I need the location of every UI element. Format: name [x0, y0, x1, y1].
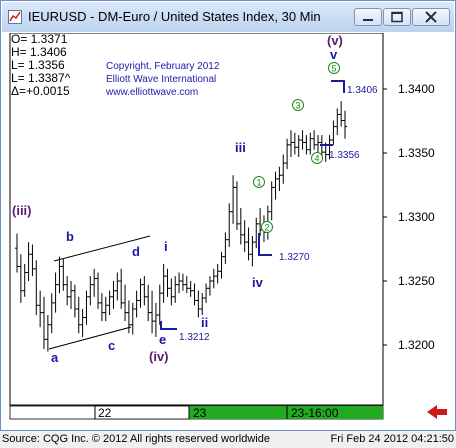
x-tick-label: 22: [98, 406, 112, 420]
readout-last: L= 1.3387^: [11, 71, 71, 85]
y-tick-label: 1.3400: [398, 82, 435, 96]
minor-wave-label: 5: [331, 64, 336, 74]
copyright-line-2: Elliott Wave International: [106, 74, 216, 85]
timestamp: Fri Feb 24 2012 04:21:50: [330, 433, 454, 445]
readout-high: H= 1.3406: [11, 45, 67, 59]
title-bar[interactable]: IEURUSD - DM-Euro / United States Index,…: [2, 2, 454, 32]
minor-wave-label: 3: [295, 101, 300, 111]
close-button[interactable]: [412, 8, 450, 26]
price-chart: O= 1.3371 H= 1.3406 L= 1.3356 L= 1.3387^…: [9, 33, 449, 425]
y-tick-label: 1.3250: [398, 274, 435, 288]
time-scrollbar[interactable]: 22 23 23-16:00: [9, 405, 384, 420]
readout-delta: Δ=+0.0015: [11, 84, 70, 98]
wave-label: (iii): [12, 203, 32, 218]
y-tick-label: 1.3200: [398, 338, 435, 352]
minor-wave-label: 4: [314, 154, 319, 164]
y-tick-label: 1.3300: [398, 210, 435, 224]
wave-label: c: [108, 338, 115, 353]
wave-label: b: [66, 229, 74, 244]
source-credit: Source: CQG Inc. © 2012 All rights reser…: [2, 433, 270, 445]
copyright-line-3: www.elliottwave.com: [105, 87, 198, 98]
wave-label: ii: [201, 315, 208, 330]
minor-wave-label: 1: [256, 178, 261, 188]
price-label: 1.3356: [329, 150, 360, 161]
wave-label: iv: [252, 275, 264, 290]
copyright-line-1: Copyright, February 2012: [106, 61, 220, 72]
price-label: 1.3270: [279, 252, 310, 263]
x-tick-label: 23-16:00: [291, 406, 339, 420]
status-bar: Source: CQG Inc. © 2012 All rights reser…: [0, 431, 456, 448]
chart-app-icon: [8, 10, 22, 24]
close-icon: [425, 11, 437, 23]
wave-label: v: [330, 47, 338, 62]
x-tick-label: 23: [193, 406, 207, 420]
minor-wave-label: 2: [264, 223, 269, 233]
chart-window: IEURUSD - DM-Euro / United States Index,…: [0, 0, 456, 431]
minimize-icon: [363, 19, 373, 21]
price-label: 1.3406: [347, 85, 378, 96]
minimize-button[interactable]: [354, 8, 382, 26]
wave-label: i: [164, 239, 168, 254]
y-tick-label: 1.3350: [398, 146, 435, 160]
wave-label: a: [51, 350, 59, 365]
readout-low: L= 1.3356: [11, 58, 65, 72]
wave-label: (iv): [149, 349, 169, 364]
window-title: IEURUSD - DM-Euro / United States Index,…: [28, 9, 321, 24]
wave-label: e: [159, 332, 166, 347]
wave-label: iii: [235, 140, 246, 155]
price-label: 1.3212: [179, 332, 210, 343]
wave-label: (v): [327, 33, 343, 48]
maximize-button[interactable]: [383, 8, 411, 26]
maximize-icon: [391, 11, 403, 23]
wave-label: d: [132, 244, 140, 259]
